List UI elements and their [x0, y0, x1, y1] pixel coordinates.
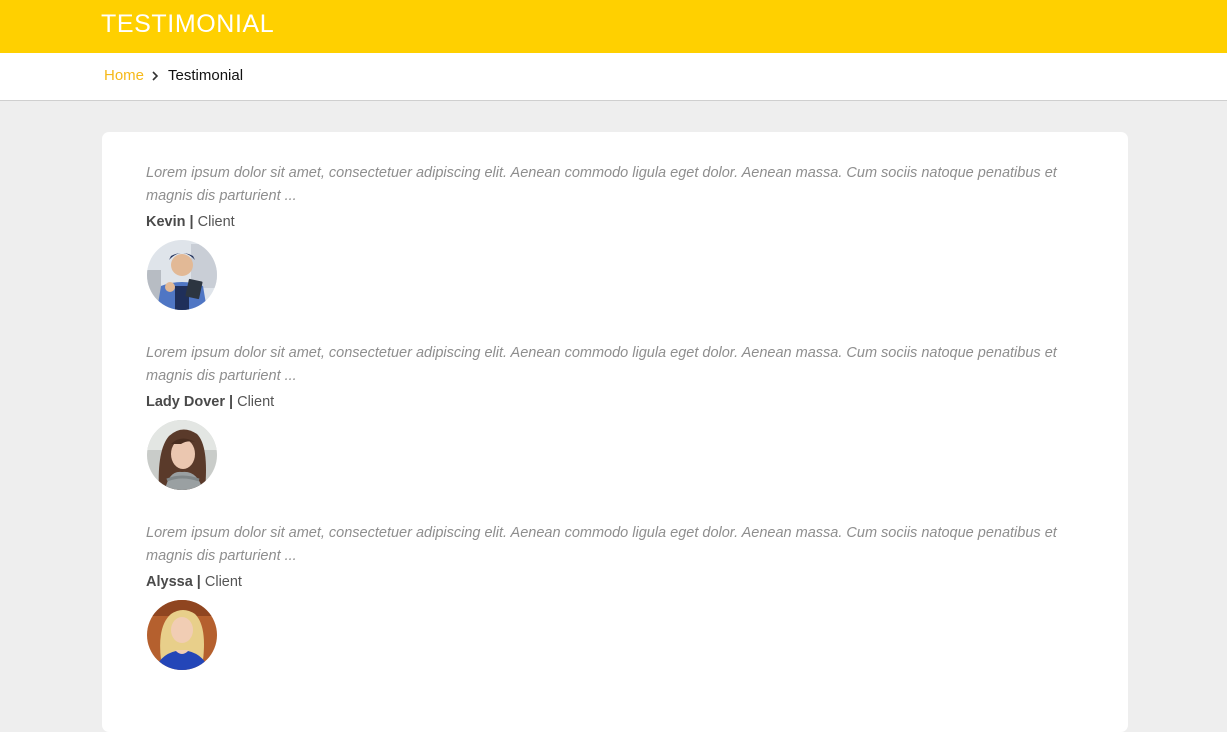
testimonial-item: Lorem ipsum dolor sit amet, consectetuer…	[146, 522, 1076, 670]
testimonial-quote: Lorem ipsum dolor sit amet, consectetuer…	[146, 165, 1057, 204]
author-separator: |	[189, 214, 194, 230]
avatar	[147, 240, 217, 310]
testimonial-card: Lorem ipsum dolor sit amet, consectetuer…	[102, 132, 1128, 732]
breadcrumb-home-link[interactable]: Home	[104, 67, 144, 84]
testimonial-quote: Lorem ipsum dolor sit amet, consectetuer…	[146, 345, 1057, 384]
testimonial-quote: Lorem ipsum dolor sit amet, consectetuer…	[146, 525, 1057, 564]
avatar	[147, 600, 217, 670]
breadcrumb: Home Testimonial	[104, 67, 243, 84]
author-name: Lady Dover	[146, 394, 225, 410]
testimonial-item: Lorem ipsum dolor sit amet, consectetuer…	[146, 342, 1076, 490]
author-role: Client	[204, 574, 242, 590]
breadcrumb-bar: Home Testimonial	[0, 53, 1227, 101]
header-bar: TESTIMONIAL	[0, 0, 1227, 53]
page-title: TESTIMONIAL	[101, 10, 275, 38]
testimonial-author: Alyssa | Client	[146, 574, 1076, 590]
author-separator: |	[229, 394, 234, 410]
chevron-right-icon	[148, 69, 162, 83]
author-name: Alyssa	[146, 574, 193, 590]
testimonial-item: Lorem ipsum dolor sit amet, consectetuer…	[146, 162, 1076, 310]
breadcrumb-current: Testimonial	[168, 67, 244, 84]
author-role: Client	[197, 214, 235, 230]
testimonial-author: Lady Dover | Client	[146, 394, 1076, 410]
author-name: Kevin	[146, 214, 186, 230]
author-separator: |	[196, 574, 201, 590]
testimonial-author: Kevin | Client	[146, 214, 1076, 230]
avatar	[147, 420, 217, 490]
author-role: Client	[237, 394, 275, 410]
